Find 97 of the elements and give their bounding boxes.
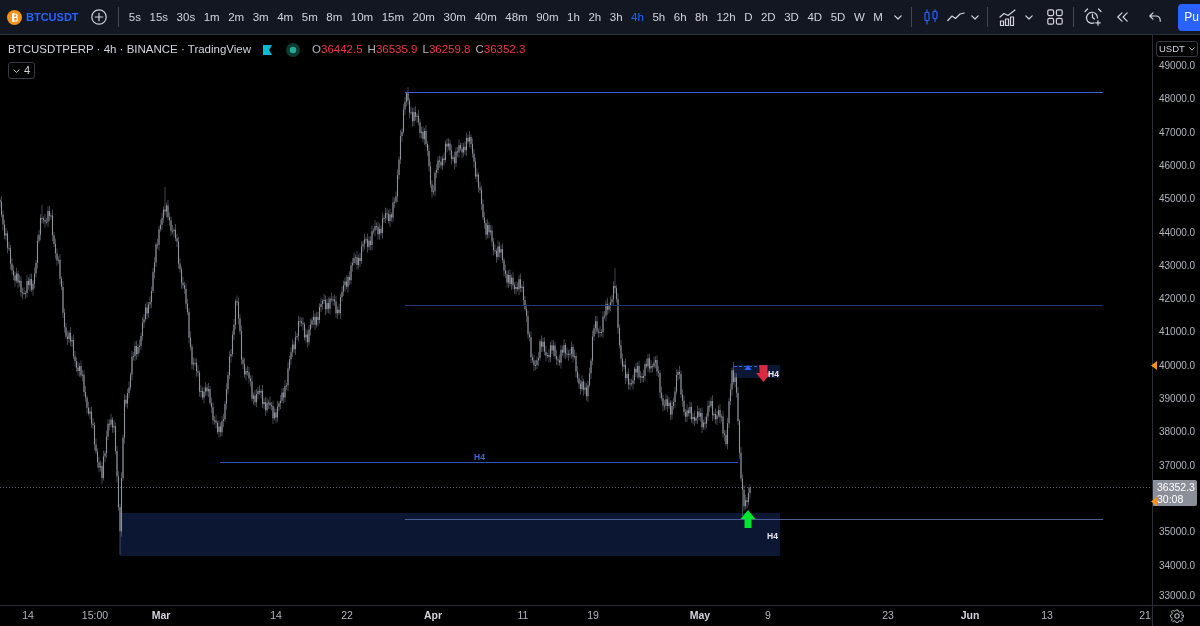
interval-button[interactable]: 5s: [124, 7, 146, 27]
interval-button[interactable]: 6h: [669, 7, 691, 27]
time-axis-label: May: [689, 609, 711, 622]
chevron-down-icon: [1188, 47, 1195, 51]
interval-button[interactable]: 12h: [712, 7, 740, 27]
dashed-line: [733, 366, 763, 367]
level-label: H4: [767, 530, 778, 541]
interval-button[interactable]: 90m: [531, 7, 563, 27]
triangle-marker-icon: [1151, 497, 1157, 506]
ohlc-reading: O36442.5: [312, 42, 363, 57]
interval-button[interactable]: 20m: [408, 7, 440, 27]
time-axis-label: 11: [517, 609, 529, 622]
collapse-button[interactable]: 4: [8, 62, 36, 80]
candlestick-icon[interactable]: [924, 9, 939, 25]
interval-button[interactable]: W: [849, 7, 870, 27]
time-axis-label: 14: [22, 609, 34, 622]
price-axis-label: 38000.0: [1159, 426, 1196, 439]
interval-button[interactable]: 4h: [626, 7, 649, 27]
time-axis-label: Jun: [960, 609, 980, 622]
coin-logo-icon: [7, 9, 22, 25]
interval-button[interactable]: 15s: [145, 7, 173, 27]
line-chart-icon[interactable]: [947, 12, 966, 22]
indicators-icon[interactable]: [999, 8, 1017, 26]
price-axis-label: 33000.0: [1159, 590, 1196, 602]
interval-button[interactable]: 4D: [803, 7, 827, 27]
chevron-down-icon[interactable]: [971, 14, 980, 20]
time-axis-label: 22: [341, 609, 353, 622]
chevron-down-icon: [13, 68, 20, 73]
interval-button[interactable]: 2m: [223, 7, 249, 27]
time-axis-label: Apr: [423, 609, 443, 622]
triangle-marker-icon: [744, 365, 752, 370]
interval-button[interactable]: 1h: [562, 7, 585, 27]
level-label: H4: [474, 451, 485, 462]
price-axis-label: 44000.0: [1159, 226, 1196, 239]
time-axis-label: 9: [765, 609, 771, 622]
price-axis-label: 39000.0: [1159, 393, 1196, 406]
interval-button[interactable]: 8h: [690, 7, 713, 27]
interval-button[interactable]: M: [869, 7, 888, 27]
time-axis-label: Mar: [151, 609, 171, 622]
chevron-down-icon[interactable]: [894, 14, 903, 20]
last-price-label: 36352.3: [1157, 481, 1196, 493]
time-axis-label: 19: [587, 609, 599, 622]
price-axis-label: 34000.0: [1159, 559, 1196, 572]
price-axis-label: 41000.0: [1159, 326, 1196, 339]
time-axis-label: 13: [1041, 609, 1053, 622]
ohlc-reading: L36259.8: [422, 42, 471, 57]
interval-button[interactable]: 5h: [648, 7, 670, 27]
undo-icon[interactable]: [1149, 12, 1162, 22]
price-axis-label: 46000.0: [1159, 159, 1196, 172]
settings-icon[interactable]: [1169, 609, 1184, 623]
price-axis-label: 48000.0: [1159, 93, 1196, 106]
publish-button[interactable]: Pu: [1178, 3, 1200, 31]
alarm-clock-plus-icon[interactable]: [1084, 8, 1103, 26]
time-axis-label: 15:00: [81, 609, 109, 622]
interval-button[interactable]: 15m: [377, 7, 409, 27]
ohlc-reading: C36352.3: [475, 42, 526, 57]
interval-button[interactable]: 5m: [297, 7, 322, 27]
interval-button[interactable]: 30s: [172, 7, 200, 27]
ohlc-reading: H36535.9: [367, 42, 418, 57]
time-axis-label: 21: [1139, 609, 1151, 622]
status-dot-icon: [286, 42, 301, 57]
interval-button[interactable]: 4m: [272, 7, 298, 27]
chart-title: BTCUSDTPERP · 4h · BINANCE · TradingView: [8, 42, 252, 57]
interval-button[interactable]: 5D: [826, 7, 850, 27]
interval-button[interactable]: 30m: [439, 7, 471, 27]
up-arrow-icon: [740, 510, 756, 528]
interval-button[interactable]: 2D: [756, 7, 780, 27]
price-axis-label: 47000.0: [1159, 126, 1196, 139]
interval-button[interactable]: 3h: [605, 7, 627, 27]
price-axis-label: 45000.0: [1159, 193, 1196, 206]
price-axis-label: 49000.0: [1159, 60, 1196, 72]
grid-layout-icon[interactable]: [1047, 9, 1064, 25]
price-axis-label: 42000.0: [1159, 293, 1196, 306]
time-axis-label: 23: [882, 609, 894, 622]
level-label: H4: [768, 368, 779, 379]
interval-button[interactable]: 8m: [322, 7, 347, 27]
price-axis-label: 37000.0: [1159, 459, 1196, 472]
interval-button[interactable]: 48m: [501, 7, 532, 27]
interval-button[interactable]: 2h: [584, 7, 606, 27]
interval-button[interactable]: D: [739, 7, 757, 27]
triangle-marker-icon: [1151, 361, 1157, 370]
chevron-down-icon[interactable]: [1025, 14, 1034, 20]
currency-dropdown[interactable]: USDT: [1156, 41, 1198, 57]
price-axis-label: 43000.0: [1159, 259, 1196, 272]
symbol-link[interactable]: BTCUSDT: [26, 8, 79, 26]
flag-icon[interactable]: [263, 44, 273, 55]
interval-button[interactable]: 10m: [346, 7, 378, 27]
price-axis-label: 40000.0: [1159, 359, 1196, 372]
interval-button[interactable]: 3m: [248, 7, 273, 27]
interval-button[interactable]: 1m: [199, 7, 224, 27]
countdown-label: 30:08: [1157, 493, 1185, 505]
time-axis-label: 14: [270, 609, 282, 622]
add-icon[interactable]: [90, 9, 107, 25]
interval-button[interactable]: 3D: [779, 7, 804, 27]
interval-button[interactable]: 40m: [470, 7, 502, 27]
rewind-icon[interactable]: [1117, 12, 1129, 22]
price-axis-label: 35000.0: [1159, 526, 1196, 539]
